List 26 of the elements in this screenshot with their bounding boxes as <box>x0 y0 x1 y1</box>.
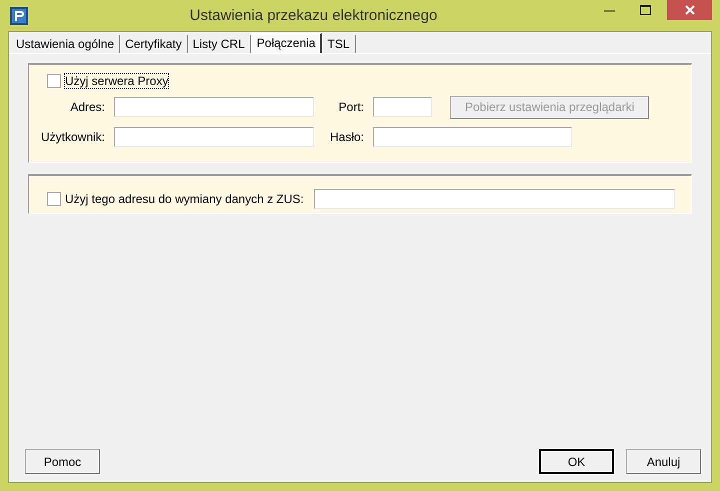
window-title: Ustawienia przekazu elektronicznego <box>188 7 438 24</box>
input-field[interactable] <box>373 97 432 117</box>
checkbox[interactable] <box>47 74 61 88</box>
field-label: Port: <box>338 100 365 114</box>
input-field[interactable] <box>114 127 314 147</box>
checkbox-label[interactable]: Użyj serwera Proxy <box>65 74 168 88</box>
tab[interactable]: Połączenia <box>250 33 322 53</box>
help-button[interactable]: Pomoc <box>25 449 100 474</box>
maximize-icon <box>640 5 650 15</box>
app-icon <box>10 6 28 24</box>
input-field[interactable] <box>314 188 675 208</box>
tab[interactable]: TSL <box>322 35 356 53</box>
ok-button[interactable]: OK <box>539 449 614 474</box>
field-label: Adres: <box>69 100 106 114</box>
checkbox-label[interactable]: Użyj tego adresu do wymiany danych z ZUS: <box>65 192 304 206</box>
cancel-button[interactable]: Anuluj <box>626 449 701 474</box>
input-field[interactable] <box>114 97 314 117</box>
close-icon <box>684 5 694 15</box>
field-label: Hasło: <box>328 130 365 144</box>
minimize-icon <box>604 8 614 12</box>
tab[interactable]: Ustawienia ogólne <box>11 35 120 53</box>
tab[interactable]: Certyfikaty <box>120 35 188 53</box>
input-field[interactable] <box>373 127 572 147</box>
close-button[interactable] <box>667 0 712 20</box>
checkbox[interactable] <box>47 192 61 206</box>
field-label: Użytkownik: <box>40 130 106 144</box>
